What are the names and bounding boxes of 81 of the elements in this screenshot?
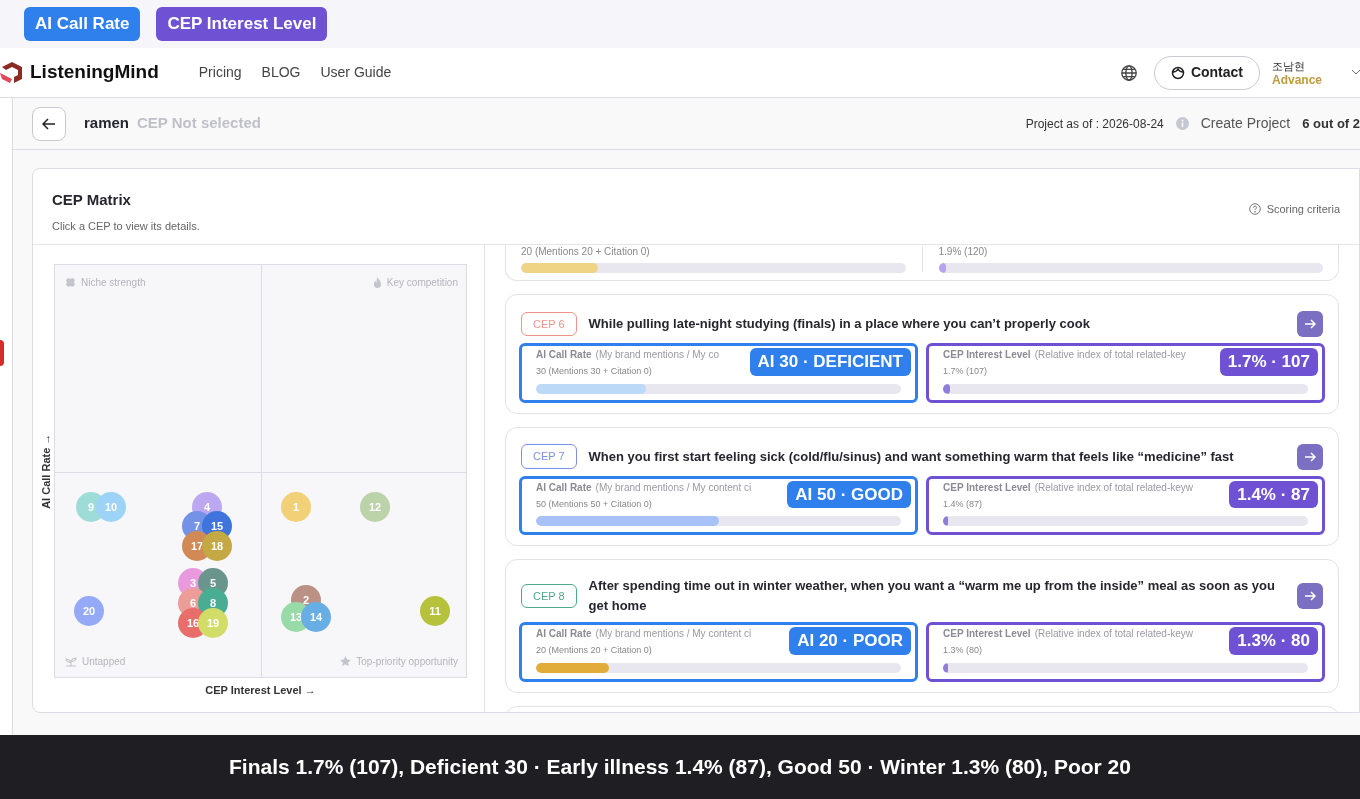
star-icon	[340, 656, 352, 667]
matrix-title: CEP Matrix	[52, 190, 132, 210]
arrow-right-icon	[1304, 318, 1316, 330]
flame-icon	[372, 277, 382, 288]
quadrant-label: Niche strength	[81, 276, 146, 290]
annotation-tag: 1.3% · 80	[1229, 627, 1318, 655]
quadrant-label: Key competition	[386, 276, 458, 290]
open-button[interactable]	[1297, 443, 1323, 470]
project-name: ramen	[84, 113, 130, 134]
scoring-criteria-link[interactable]: Scoring criteria	[1266, 201, 1340, 218]
cep-title: When you first start feeling sick (cold/flu/sinus) and want something warm that feels like “medicine” fast	[588, 447, 1235, 466]
cep-bubble[interactable]: 11	[420, 596, 450, 626]
metric-label: AI Call Rate	[536, 348, 592, 362]
nav-link[interactable]: User Guide	[320, 62, 392, 83]
annotation-tag: AI 50 · GOOD	[787, 480, 911, 508]
metric-value: 1.9% (120)	[938, 246, 989, 258]
metric-value: 20 (Mentions 20 + Citation 0)	[536, 644, 653, 657]
metric-label: CEP Interest Level	[943, 627, 1031, 641]
brand-name[interactable]: ListeningMind	[30, 58, 159, 87]
annotation-tag: 1.4% · 87	[1229, 480, 1318, 508]
cep-bubble[interactable]: 19	[198, 608, 228, 638]
annotation-tag: 1.7% · 107	[1219, 348, 1318, 376]
cep-bubble[interactable]: 18	[202, 531, 232, 561]
metric-value: 30 (Mentions 30 + Citation 0)	[536, 365, 653, 378]
cep-badge: CEP 7	[521, 444, 577, 469]
legend-badge: AI Call Rate	[24, 7, 141, 41]
y-axis-label: AI Call Rate →	[39, 433, 54, 509]
metric-description: (My brand mentions / My content ci	[595, 627, 752, 641]
nav-link[interactable]: BLOG	[261, 62, 301, 83]
cep-bubble[interactable]: 10	[96, 492, 126, 522]
plan-label: Advance	[1272, 72, 1324, 87]
metric-value: 1.4% (87)	[943, 497, 984, 511]
annotation-tag: AI 30 · DEFICIENT	[749, 348, 911, 376]
cep-badge: CEP 6	[521, 311, 577, 337]
metric-description: (Relative index of total related-keyw	[1034, 480, 1194, 495]
help-icon[interactable]	[1248, 203, 1261, 216]
x-axis-label: CEP Interest Level →	[205, 683, 316, 698]
metric-description: (My brand mentions / My co	[595, 348, 719, 362]
legend-badge: CEP Interest Level	[156, 7, 328, 41]
clover-icon	[65, 277, 76, 288]
project-date: Project as of : 2026-08-24	[1025, 115, 1164, 133]
annotation-tag: AI 20 · POOR	[789, 627, 911, 655]
open-button[interactable]	[1297, 311, 1323, 337]
globe-icon[interactable]	[1119, 63, 1138, 82]
back-button[interactable]	[32, 106, 66, 141]
quadrant-label: Top-priority opportunity	[356, 655, 458, 669]
metric-value: 1.7% (107)	[943, 365, 989, 378]
side-tab[interactable]	[0, 340, 4, 366]
cep-card[interactable]: 20 (Mentions 20 + Citation 0) 1.9% (120)	[505, 245, 1339, 281]
cep-title: After spending time out in winter weather, when you want a “warm me up from the inside” meal as soon as you get home	[588, 577, 1276, 615]
metric-value: 20 (Mentions 20 + Citation 0)	[521, 246, 651, 258]
cep-badge: CEP 8	[521, 583, 577, 609]
caption: Finals 1.7% (107), Deficient 30 · Early illness 1.4% (87), Good 50 · Winter 1.3% (80), Poor 20	[229, 754, 1131, 781]
quadrant-label: Untapped	[82, 655, 126, 669]
user-name: 조남현	[1272, 58, 1306, 73]
metric-description: (Relative index of total related-key	[1034, 348, 1186, 362]
metric-description: (Relative index of total related-keyw	[1034, 627, 1194, 641]
metric-value: 50 (Mentions 50 + Citation 0)	[536, 497, 653, 511]
arrow-right-icon	[1304, 450, 1316, 463]
project-count: 6 out of 2	[1302, 114, 1360, 133]
cep-status: CEP Not selected	[137, 113, 261, 134]
open-button[interactable]	[1297, 583, 1323, 609]
metric-label: CEP Interest Level	[943, 480, 1031, 495]
metric-label: CEP Interest Level	[943, 348, 1031, 362]
cep-bubble[interactable]: 1	[281, 492, 311, 522]
nav-link[interactable]: Pricing	[198, 62, 242, 83]
metric-label: AI Call Rate	[536, 627, 592, 641]
logo-icon	[0, 60, 22, 85]
create-project-label: Create Project	[1200, 114, 1291, 133]
arrow-left-icon	[42, 116, 56, 131]
metric-label: AI Call Rate	[536, 480, 592, 495]
matrix-subtitle: Click a CEP to view its details.	[52, 218, 200, 234]
face-icon	[1170, 65, 1185, 80]
metric-description: (My brand mentions / My content ci	[595, 480, 752, 495]
metric-value: 1.3% (80)	[943, 644, 984, 657]
cep-bubble[interactable]: 20	[74, 596, 104, 626]
cep-title: While pulling late-night studying (finals) in a place where you can’t properly cook	[588, 315, 1091, 333]
chevron-down-icon[interactable]	[1352, 69, 1360, 76]
cep-bubble[interactable]: 12	[360, 492, 390, 522]
sprout-icon	[65, 656, 77, 667]
arrow-right-icon	[1304, 590, 1316, 602]
